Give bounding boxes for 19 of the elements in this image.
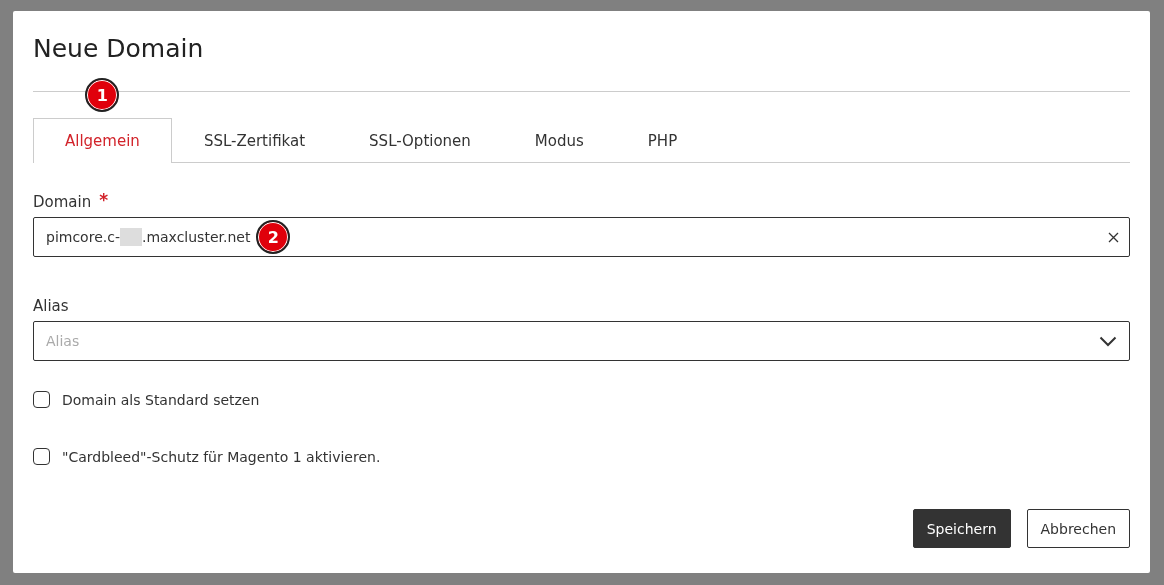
checkbox-label: Domain als Standard setzen (62, 391, 260, 408)
cancel-button[interactable]: Abbrechen (1026, 509, 1130, 548)
save-button[interactable]: Speichern (912, 509, 1011, 548)
domain-input-field[interactable]: pimcore.c- .maxcluster.net 2 (33, 217, 1130, 257)
field-label: Alias (33, 297, 69, 315)
dialog-title: Neue Domain (33, 33, 204, 65)
numbered-callout: 1 (85, 78, 120, 112)
tab[interactable]: PHP (615, 118, 710, 163)
tab[interactable]: SSL-Optionen (337, 118, 503, 163)
checkbox[interactable] (33, 448, 50, 465)
chevron-down-icon (1099, 335, 1117, 347)
required-asterisk: * (99, 193, 109, 211)
tab[interactable]: SSL-Zertifikat (171, 118, 338, 163)
checkbox[interactable] (33, 391, 50, 408)
numbered-callout: 2 (256, 220, 291, 254)
tab[interactable]: Modus (502, 118, 616, 163)
checkbox-label: "Cardbleed"-Schutz für Magento 1 aktivieren. (62, 448, 381, 465)
field-label: Domain (33, 193, 92, 211)
clear-icon[interactable] (1108, 231, 1119, 243)
